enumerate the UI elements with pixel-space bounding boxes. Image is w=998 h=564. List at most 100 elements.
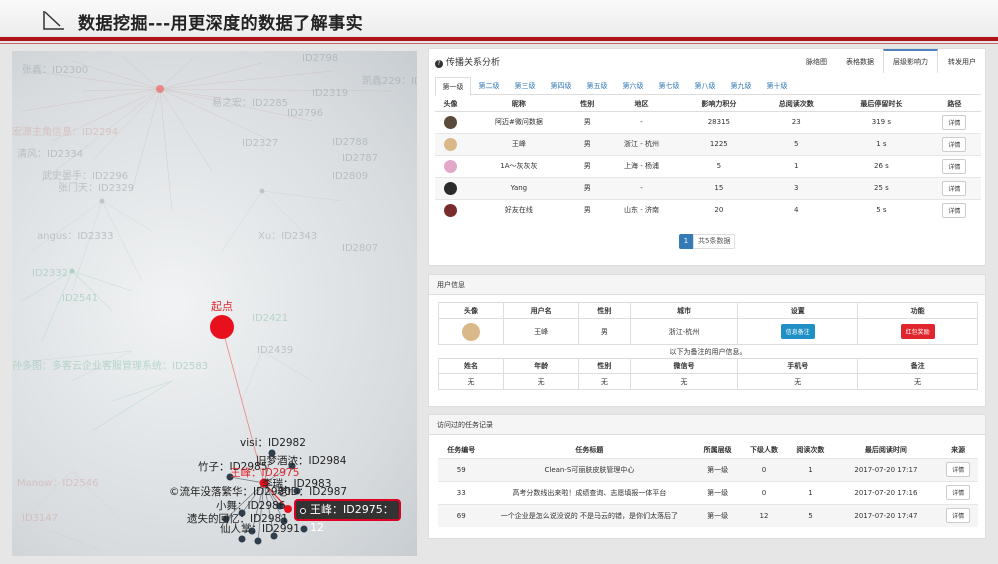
avatar	[443, 203, 457, 217]
header: 数据挖掘---用更深度的数据了解事实	[0, 0, 998, 36]
hub-node[interactable]	[156, 85, 164, 93]
spread-analysis-panel: ? 传播关系分析 脉络图 表格数据 层级影响力 转发用户 第一级 第二级 第三级 …	[428, 48, 986, 266]
bg-label: 易之宏：ID2285	[212, 96, 288, 109]
col-header: 最后阅读时间	[864, 446, 907, 455]
col-header: 最后停留时长	[834, 97, 928, 112]
tab-forward-users[interactable]: 转发用户	[938, 49, 985, 73]
graph-node[interactable]	[99, 198, 105, 204]
avatar-cell	[435, 154, 466, 177]
table-row: 69 一个企业是怎么说没说的 不是马云的错，是你们太落后了 第一级 12 5 2017-0…	[438, 503, 978, 527]
detail-button[interactable]: 详情	[942, 114, 967, 130]
read-count: 1	[757, 154, 835, 177]
col-header: 影响力积分	[680, 97, 758, 112]
tab-level-3[interactable]: 第三级	[507, 77, 543, 94]
tab-level-influence[interactable]: 层级影响力	[883, 49, 938, 73]
task-id: 59	[438, 457, 485, 481]
source-cell: 详情	[938, 503, 978, 527]
detail-button[interactable]: 详情	[942, 202, 967, 218]
tab-network-map[interactable]: 脉络图	[796, 49, 836, 73]
page-title: 数据挖掘---用更深度的数据了解事实	[78, 14, 364, 34]
pagination: 1 共5条数据	[679, 234, 736, 249]
node-label: 旧梦酒浓：ID2984	[256, 454, 347, 467]
table-row: 33 高考分数线出来啦！成绩查询、志愿填报一体平台 第一级 0 1 2017-07-20 …	[438, 480, 978, 504]
task-id: 33	[438, 480, 485, 504]
col-header: 头像	[438, 302, 504, 319]
page-info: 共5条数据	[693, 234, 736, 249]
avatar	[443, 137, 457, 151]
col-header: 任务标题	[575, 446, 604, 455]
detail-button[interactable]: 详情	[942, 136, 967, 152]
panel-title-text: 传播关系分析	[446, 58, 501, 68]
user-city: 浙江-杭州	[629, 318, 739, 345]
panel-title: 访问过的任务记录	[429, 415, 985, 435]
detail-button[interactable]: 详情	[946, 462, 971, 477]
table-row: Yang 男 -15 3 25 s 详情	[435, 176, 981, 199]
tab-level-7[interactable]: 第七级	[651, 77, 687, 94]
col-header: 功能	[857, 302, 978, 319]
tab-table-data[interactable]: 表格数据	[836, 49, 883, 73]
bg-label: angus：ID2333	[37, 231, 113, 242]
note-value: 无	[737, 373, 859, 390]
avatar	[443, 115, 457, 129]
col-header: 所属层级	[703, 446, 732, 455]
gender: 男	[571, 132, 603, 155]
gender: 男	[571, 110, 603, 133]
bg-label: ID2809	[332, 171, 368, 182]
task-level: 第一级	[694, 457, 741, 481]
stay-duration: 1 s	[834, 132, 928, 155]
info-note-button[interactable]: 信息备注	[780, 324, 815, 339]
graph-node[interactable]	[259, 188, 265, 194]
tab-level-5[interactable]: 第五级	[579, 77, 615, 94]
red-packet-button[interactable]: 红包奖励	[900, 324, 935, 339]
node-label: 仙人掌：ID2991	[220, 522, 300, 535]
read-count: 5	[757, 132, 835, 155]
bg-label: 张门天：ID2329	[58, 181, 134, 194]
col-header: 总阅读次数	[757, 97, 835, 112]
col-header: 姓名	[438, 358, 504, 374]
col-header: 城市	[629, 302, 739, 319]
detail-button[interactable]: 详情	[946, 485, 971, 500]
start-node-label: 起点	[211, 300, 233, 313]
start-node[interactable]	[210, 315, 234, 339]
tab-level-6[interactable]: 第六级	[615, 77, 651, 94]
tab-level-8[interactable]: 第八级	[687, 77, 723, 94]
table-header-row: 头像 昵称 性别 地区 影响力积分 总阅读次数 最后停留时长 路径	[435, 97, 981, 112]
network-canvas[interactable]: ID2798 凯鑫229：ID ID2319 张鑫：ID2300 易之宏：ID2…	[12, 51, 417, 556]
gender: 男	[571, 176, 603, 199]
tab-level-10[interactable]: 第十级	[759, 77, 795, 94]
detail-button[interactable]: 详情	[942, 180, 967, 196]
task-table: 任务编号 任务标题 所属层级 下级人数 阅读次数 最后阅读时间 来源 59 Cle…	[438, 443, 978, 527]
col-header: 微信号	[629, 358, 739, 374]
detail-button[interactable]: 详情	[942, 158, 967, 174]
graph-node[interactable]	[69, 268, 75, 274]
nickname: 好友在线	[465, 198, 572, 221]
nickname: 阿迈#微问数据	[465, 110, 572, 133]
task-records-panel: 访问过的任务记录 任务编号 任务标题 所属层级 下级人数 阅读次数 最后阅读时间…	[428, 414, 986, 539]
page-button[interactable]: 1	[679, 234, 693, 249]
task-title: 一个企业是怎么说没说的 不是马云的错，是你们太落后了	[484, 503, 695, 527]
read-count: 1	[787, 480, 834, 504]
spread-network-graph[interactable]: ID2798 凯鑫229：ID ID2319 张鑫：ID2300 易之宏：ID2…	[12, 51, 417, 556]
influence-score: 5	[680, 154, 758, 177]
level-tabs: 第一级 第二级 第三级 第四级 第五级 第六级 第七级 第八级 第九级 第十级	[435, 77, 981, 96]
bg-label: ID2787	[342, 153, 378, 164]
help-icon[interactable]: ?	[435, 60, 443, 68]
tab-level-4[interactable]: 第四级	[543, 77, 579, 94]
task-title: 高考分数线出来啦！成绩查询、志愿填报一体平台	[484, 480, 695, 504]
col-header: 性别	[578, 302, 631, 319]
bg-label: Xu：ID2343	[258, 231, 317, 242]
avatar	[443, 159, 457, 173]
table-row: 王峰 男 浙江-杭州 信息备注 红包奖励	[438, 318, 978, 345]
tooltip-dot-icon	[300, 508, 306, 514]
col-header: 路径	[927, 97, 981, 112]
detail-button[interactable]: 详情	[946, 508, 971, 524]
nickname: Yang	[465, 176, 572, 199]
read-count: 1	[787, 457, 834, 481]
tab-level-1[interactable]: 第一级	[435, 77, 471, 96]
read-count: 4	[757, 198, 835, 221]
bg-label: ID2421	[252, 313, 288, 324]
tab-level-2[interactable]: 第二级	[471, 77, 507, 94]
tab-level-9[interactable]: 第九级	[723, 77, 759, 94]
node-tooltip: 王峰：ID2975：12	[294, 499, 401, 534]
path-cell: 详情	[927, 132, 981, 155]
